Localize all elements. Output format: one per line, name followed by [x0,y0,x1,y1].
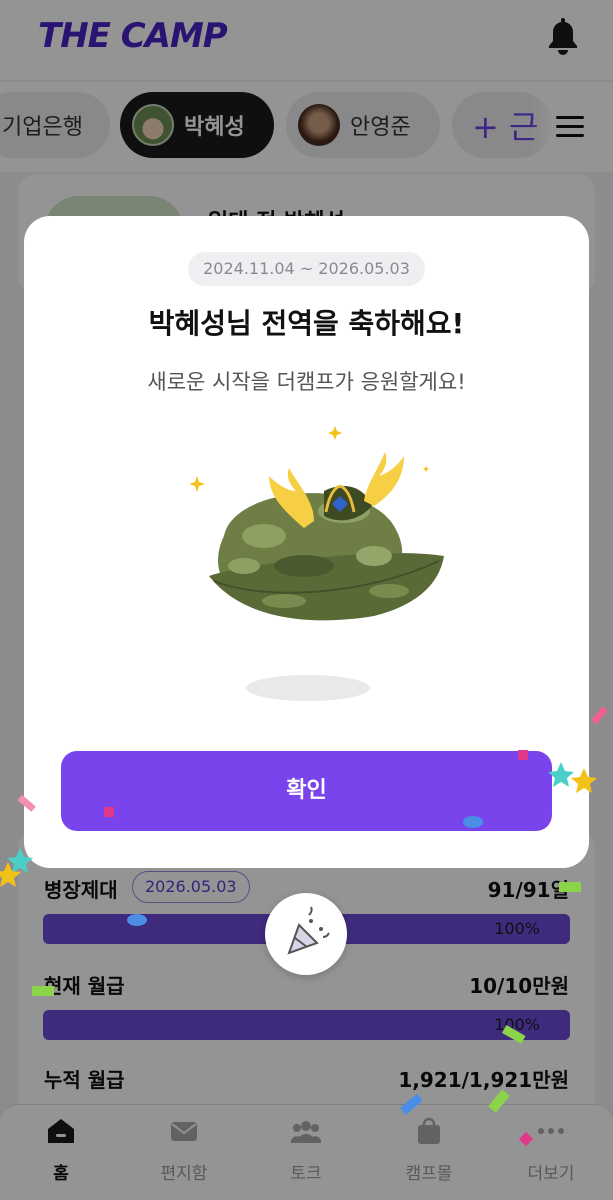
service-period-badge: 2024.11.04 ~ 2026.05.03 [188,252,425,286]
party-popper-icon [287,906,330,955]
discharge-congrats-modal: 2024.11.04 ~ 2026.05.03 박혜성님 전역을 축하해요! 새… [24,216,589,868]
modal-subline: 새로운 시작을 더캠프가 응원할게요! [147,370,466,394]
celebrate-button[interactable] [265,893,347,975]
confirm-button[interactable]: 확인 [61,751,552,831]
modal-headline: 박혜성님 전역을 축하해요! [148,307,465,340]
winged-military-cap-illustration [189,426,444,701]
